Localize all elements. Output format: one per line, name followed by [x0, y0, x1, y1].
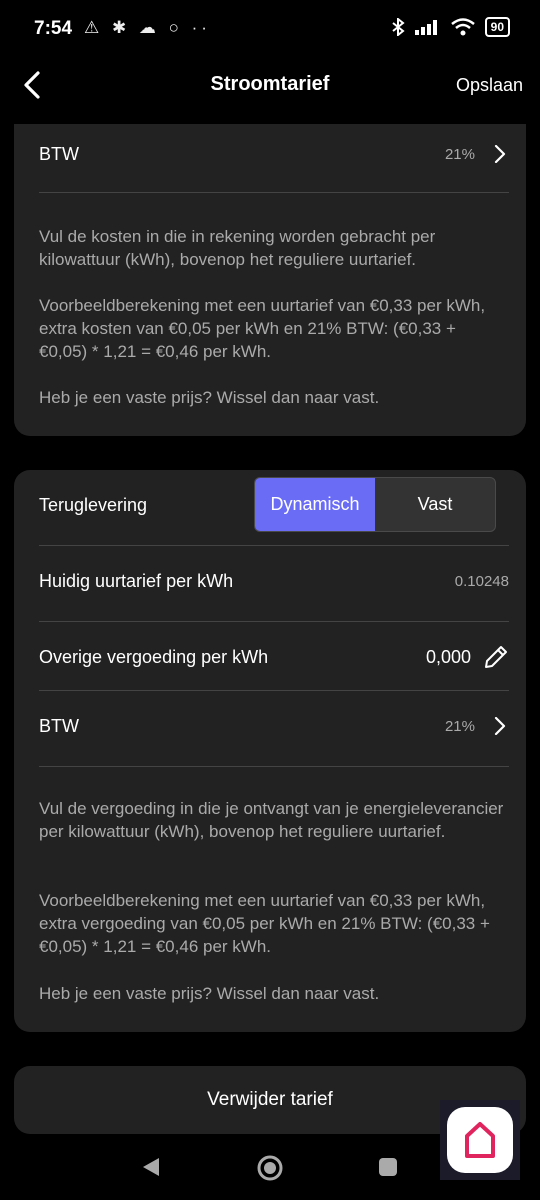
other-compensation-row[interactable]: Overige vergoeding per kWh 0,000 — [39, 639, 509, 675]
btw-row[interactable]: BTW 21% — [39, 708, 509, 744]
cost-card: BTW 21% Vul de kosten in die in rekening… — [14, 124, 526, 436]
current-rate-row: Huidig uurtarief per kWh 0.10248 — [39, 563, 509, 599]
divider — [39, 766, 509, 767]
fixed-price-hint: Heb je een vaste prijs? Wissel dan naar … — [39, 984, 380, 1003]
status-time: 7:54 — [34, 18, 73, 39]
divider — [39, 192, 509, 193]
system-navigation-bar — [0, 1140, 540, 1200]
fixed-price-hint: Heb je een vaste prijs? Wissel dan naar … — [39, 388, 380, 407]
btw-label: BTW — [39, 715, 79, 736]
chevron-right-icon — [494, 717, 506, 735]
battery-icon: 90 — [484, 17, 510, 37]
bluetooth-icon — [392, 18, 405, 36]
save-button[interactable]: Opslaan — [456, 75, 523, 96]
other-compensation-label: Overige vergoeding per kWh — [39, 646, 269, 667]
pencil-icon[interactable] — [483, 644, 509, 670]
current-rate-label: Huidig uurtarief per kWh — [39, 570, 234, 591]
compensation-description: Vul de vergoeding in die je ontvangt van… — [39, 799, 504, 841]
cost-description: Vul de kosten in die in rekening worden … — [39, 227, 436, 269]
status-bar: 7:54 ⚠ ✱ ☁ ○ ·· 90 — [0, 0, 540, 60]
segment-vast[interactable]: Vast — [375, 478, 495, 531]
chevron-right-icon — [494, 145, 506, 163]
nav-home-icon[interactable] — [256, 1154, 284, 1182]
other-compensation-value: 0,000 — [425, 646, 471, 667]
btw-value: 21% — [444, 145, 475, 163]
nav-back-icon[interactable] — [141, 1156, 161, 1178]
wifi-icon — [450, 18, 475, 36]
compensation-example: Voorbeeldberekening met een uurtarief va… — [39, 891, 490, 956]
tariff-type-toggle[interactable]: Dynamisch Vast — [254, 477, 496, 532]
divider — [39, 545, 509, 546]
system-icons: 90 — [391, 17, 510, 37]
divider — [39, 621, 509, 622]
cost-example: Voorbeeldberekening met een uurtarief va… — [39, 296, 486, 361]
current-rate-value: 0.10248 — [454, 572, 509, 590]
nav-recents-icon[interactable] — [378, 1157, 398, 1177]
notification-icons: ⚠ ✱ ☁ ○ ·· — [84, 18, 211, 37]
segment-dynamisch[interactable]: Dynamisch — [255, 478, 375, 531]
return-card: Teruglevering Dynamisch Vast Huidig uurt… — [14, 470, 526, 1032]
btw-label: BTW — [39, 143, 79, 164]
signal-icon — [414, 20, 437, 35]
btw-row[interactable]: BTW 21% — [39, 136, 509, 172]
app-header: Stroomtarief Opslaan — [0, 60, 540, 124]
divider — [39, 690, 509, 691]
btw-value: 21% — [444, 717, 475, 735]
